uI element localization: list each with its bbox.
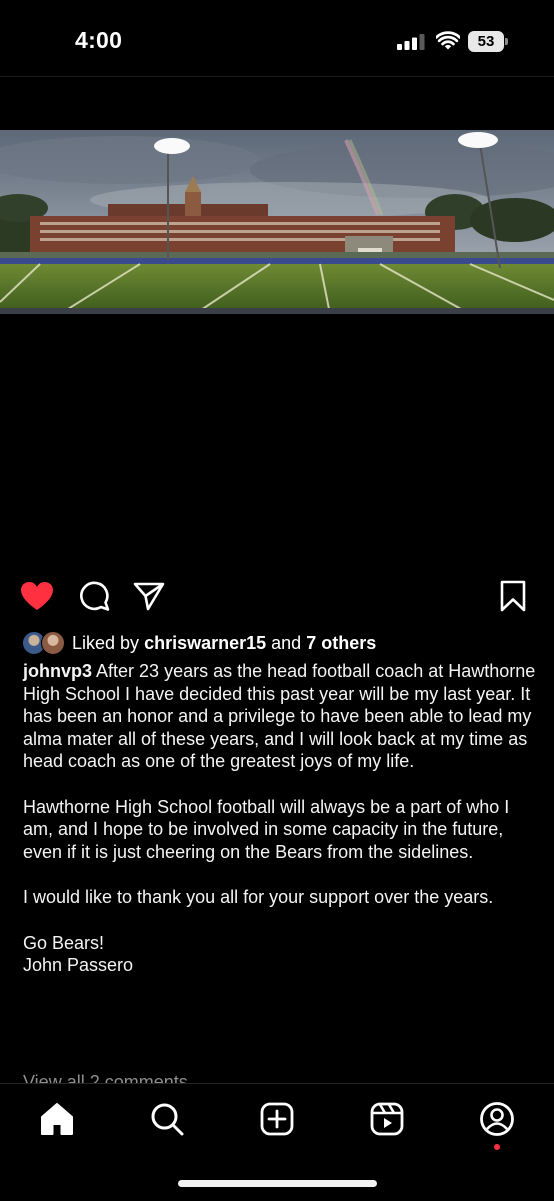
post-caption: johnvp3 After 23 years as the head footb… [23,660,538,1000]
likes-summary[interactable]: Liked by chriswarner15 and 7 others [22,630,376,656]
status-bar: 4:00 53 [0,0,554,76]
liked-by-user-link[interactable]: chriswarner15 [144,633,266,654]
comment-button[interactable] [75,578,113,614]
nav-home[interactable] [34,1096,80,1142]
search-icon [151,1103,184,1136]
likes-others-link[interactable]: 7 others [306,633,376,654]
cellular-signal-icon [397,34,425,50]
caption-paragraph: I would like to thank you all for your s… [23,887,494,907]
notification-dot [494,1144,500,1150]
header-divider [0,76,554,77]
nav-search[interactable] [144,1096,190,1142]
nav-create[interactable] [254,1096,300,1142]
wifi-icon [436,31,460,50]
avatar [41,631,65,655]
like-button[interactable] [18,578,56,614]
caption-text: After 23 years as the head football coac… [23,661,536,771]
paper-plane-icon [133,582,165,611]
share-button[interactable] [130,578,168,614]
bookmark-icon [500,580,526,612]
profile-icon [480,1102,514,1136]
battery-icon: 53 [468,31,510,52]
heart-filled-icon [21,582,53,610]
caption-paragraph: Hawthorne High School football will alwa… [23,796,510,862]
caption-signoff: Go Bears! John Passero [23,932,134,976]
likes-prefix: Liked by [72,632,140,653]
football-field-photo [0,130,554,314]
create-icon [260,1102,294,1136]
status-time: 4:00 [75,27,123,53]
comment-bubble-icon [80,581,110,611]
battery-level: 53 [468,31,504,52]
liker-avatars [22,631,68,655]
reels-icon [370,1102,404,1136]
caption-username-link[interactable]: johnvp3 [23,661,92,681]
likes-connector: and [271,632,302,653]
caption-paragraph: johnvp3 After 23 years as the head footb… [23,660,538,773]
post-photo[interactable] [0,130,554,314]
photo-bottom-bar [0,308,554,314]
home-icon [41,1103,73,1135]
home-indicator [178,1180,377,1187]
nav-profile[interactable] [474,1096,520,1142]
save-button[interactable] [494,578,532,614]
nav-reels[interactable] [364,1096,410,1142]
